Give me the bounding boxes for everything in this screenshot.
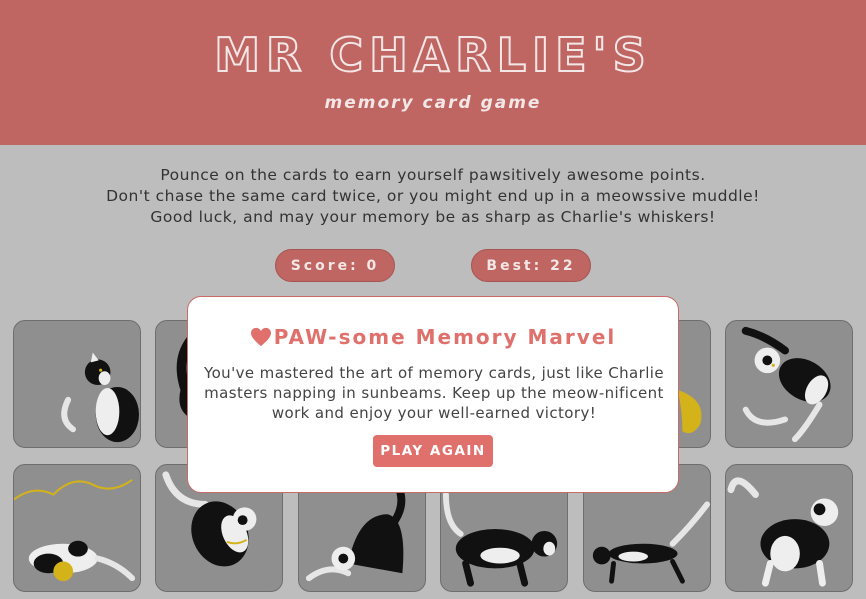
intro-line: Good luck, and may your memory be as sha… <box>150 208 716 226</box>
play-again-button[interactable]: PLAY AGAIN <box>373 435 493 467</box>
dialog-title-row: PAW-some Memory Marvel <box>188 325 678 349</box>
cat-illustration <box>727 477 839 587</box>
heart-icon <box>250 327 271 347</box>
header-banner: MR CHARLIE'S memory card game <box>0 0 866 145</box>
best-score-badge: Best: 22 <box>471 249 591 282</box>
dialog-title: PAW-some Memory Marvel <box>273 325 617 349</box>
cat-illustration <box>14 478 136 582</box>
cat-illustration <box>741 326 831 443</box>
score-badge: Score: 0 <box>275 249 395 282</box>
card-cat-standing[interactable] <box>725 464 853 592</box>
cat-illustration <box>61 352 140 443</box>
intro-line: Don't chase the same card twice, or you … <box>106 187 760 205</box>
dialog-message: You've mastered the art of memory cards,… <box>204 364 664 422</box>
card-cat-yarn-play[interactable] <box>13 464 141 592</box>
intro-line: Pounce on the cards to earn yourself paw… <box>160 166 706 184</box>
page-subtitle: memory card game <box>324 93 542 113</box>
card-cat-sitting-back[interactable] <box>13 320 141 448</box>
card-cat-tumbling[interactable] <box>725 320 853 448</box>
intro-text: Pounce on the cards to earn yourself paw… <box>0 165 866 228</box>
page-title: MR CHARLIE'S <box>213 27 652 83</box>
victory-dialog: PAW-some Memory Marvel You've mastered t… <box>187 296 679 493</box>
